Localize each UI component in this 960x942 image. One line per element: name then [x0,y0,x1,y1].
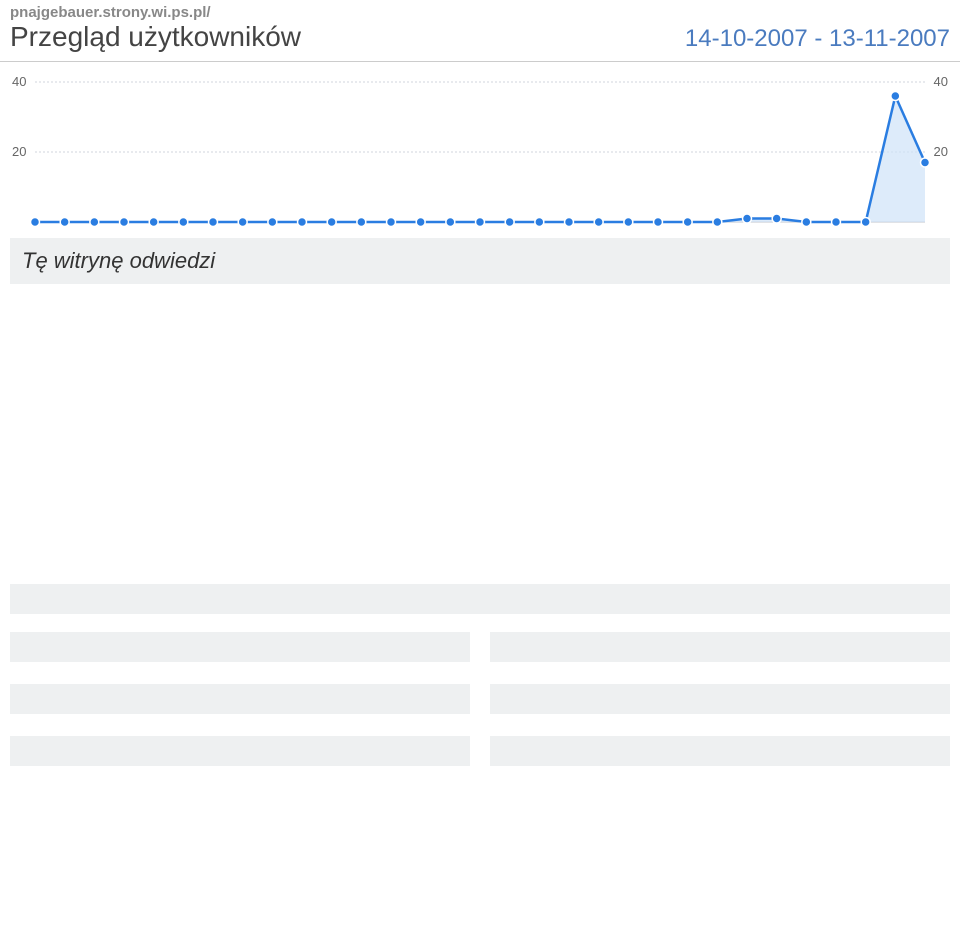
y-tick-label: 20 [12,144,26,159]
y-tick-label: 40 [12,74,26,89]
placeholder-bar [10,584,950,614]
summary-bar: Tę witrynę odwiedzi [10,238,950,284]
breadcrumb: pnajgebauer.strony.wi.ps.pl/ [10,4,950,21]
y-tick-label: 40 [934,74,948,89]
date-range: 14-10-2007 - 13-11-2007 [685,25,950,53]
placeholder-col-right [490,632,950,662]
page-title: Przegląd użytkowników [10,21,301,53]
placeholder-col-left [10,684,470,714]
placeholder-col-left [10,632,470,662]
y-tick-label: 20 [934,144,948,159]
placeholder-col-left [10,736,470,766]
placeholder-col-right [490,684,950,714]
summary-text: Tę witrynę odwiedzi [22,248,215,273]
visitors-chart: 20 20 40 40 [10,72,950,232]
placeholder-col-right [490,736,950,766]
